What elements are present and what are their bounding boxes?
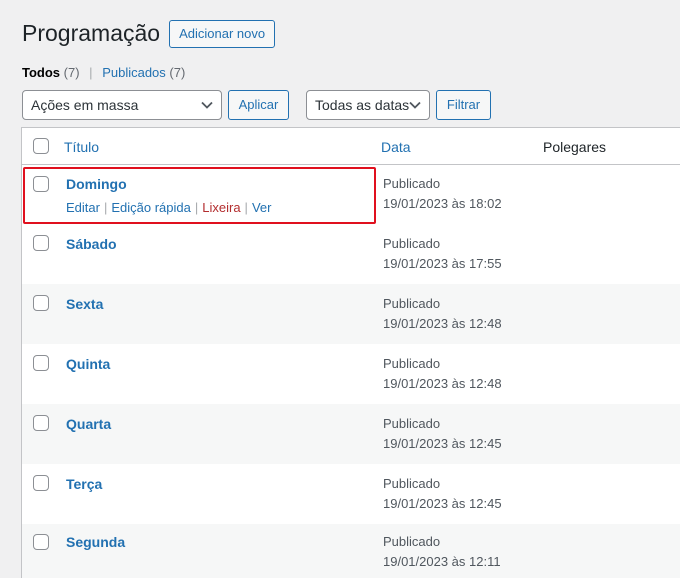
bulk-actions-select[interactable]: Ações em massa: [22, 90, 222, 120]
row-date: 19/01/2023 às 17:55: [383, 256, 502, 271]
trash-link[interactable]: Lixeira: [202, 200, 240, 215]
row-date: 19/01/2023 às 12:45: [383, 496, 502, 511]
table-row: Segunda Publicado 19/01/2023 às 12:11: [22, 524, 680, 578]
row-status: Publicado: [383, 176, 441, 191]
page-header: Programação Adicionar novo: [22, 19, 276, 48]
row-checkbox[interactable]: [33, 475, 49, 491]
row-status: Publicado: [383, 534, 441, 549]
table-row: Sábado Publicado 19/01/2023 às 17:55: [22, 224, 680, 284]
view-link[interactable]: Ver: [252, 200, 272, 215]
date-filter-value: Todas as datas: [315, 97, 410, 113]
row-date: 19/01/2023 às 12:48: [383, 316, 502, 331]
row-date: 19/01/2023 às 12:45: [383, 436, 502, 451]
row-title-link[interactable]: Quinta: [66, 356, 110, 372]
row-checkbox[interactable]: [33, 415, 49, 431]
table-row: Quinta Publicado 19/01/2023 às 12:48: [22, 344, 680, 404]
table-row: Terça Publicado 19/01/2023 às 12:45: [22, 464, 680, 524]
add-new-button[interactable]: Adicionar novo: [169, 19, 276, 48]
view-published-link[interactable]: Publicados: [102, 65, 166, 80]
row-status: Publicado: [383, 296, 441, 311]
row-title-link[interactable]: Sexta: [66, 296, 103, 312]
view-all-link[interactable]: Todos: [22, 65, 60, 80]
view-separator: |: [89, 65, 93, 80]
row-title-link[interactable]: Segunda: [66, 534, 125, 550]
row-checkbox[interactable]: [33, 176, 49, 192]
filter-button[interactable]: Filtrar: [436, 90, 491, 120]
bulk-actions-value: Ações em massa: [31, 97, 139, 113]
row-checkbox[interactable]: [33, 295, 49, 311]
table-row: Sexta Publicado 19/01/2023 às 12:48: [22, 284, 680, 344]
row-checkbox[interactable]: [33, 355, 49, 371]
row-checkbox[interactable]: [33, 235, 49, 251]
apply-button[interactable]: Aplicar: [228, 90, 289, 120]
view-filters: Todos (7) | Publicados (7): [22, 65, 185, 80]
action-separator: |: [103, 200, 108, 215]
row-title-link[interactable]: Sábado: [66, 236, 117, 252]
date-filter-select[interactable]: Todas as datas: [306, 90, 430, 120]
action-separator: |: [244, 200, 248, 215]
column-thumbs-header: Polegares: [543, 139, 607, 155]
row-checkbox[interactable]: [33, 534, 49, 550]
select-all-checkbox[interactable]: [33, 138, 49, 154]
row-date: 19/01/2023 às 18:02: [383, 196, 502, 211]
table-row: Quarta Publicado 19/01/2023 às 12:45: [22, 404, 680, 464]
quick-edit-link[interactable]: Edição rápida: [111, 200, 191, 215]
view-published-count: (7): [169, 65, 186, 80]
edit-link[interactable]: Editar: [66, 200, 100, 215]
column-title-header[interactable]: Título: [64, 139, 99, 155]
column-date-header[interactable]: Data: [381, 139, 411, 155]
chevron-down-icon: [409, 101, 421, 109]
table-row: Domingo Editar | Edição rápida | Lixeira | Ver…: [22, 165, 680, 225]
row-title-link[interactable]: Quarta: [66, 416, 111, 432]
row-date: 19/01/2023 às 12:11: [383, 554, 501, 569]
row-title-link[interactable]: Terça: [66, 476, 102, 492]
page-title: Programação: [22, 20, 161, 46]
row-date: 19/01/2023 às 12:48: [383, 376, 502, 391]
action-separator: |: [194, 200, 199, 215]
row-actions: Editar | Edição rápida | Lixeira | Ver: [66, 200, 271, 215]
view-all-count: (7): [63, 65, 80, 80]
table-header: Título Data Polegares: [22, 128, 680, 165]
row-status: Publicado: [383, 416, 441, 431]
posts-table: Título Data Polegares Domingo Editar | Edi…: [21, 127, 680, 578]
row-status: Publicado: [383, 476, 441, 491]
chevron-down-icon: [201, 101, 213, 109]
row-status: Publicado: [383, 236, 441, 251]
row-title-link[interactable]: Domingo: [66, 176, 127, 192]
row-status: Publicado: [383, 356, 441, 371]
